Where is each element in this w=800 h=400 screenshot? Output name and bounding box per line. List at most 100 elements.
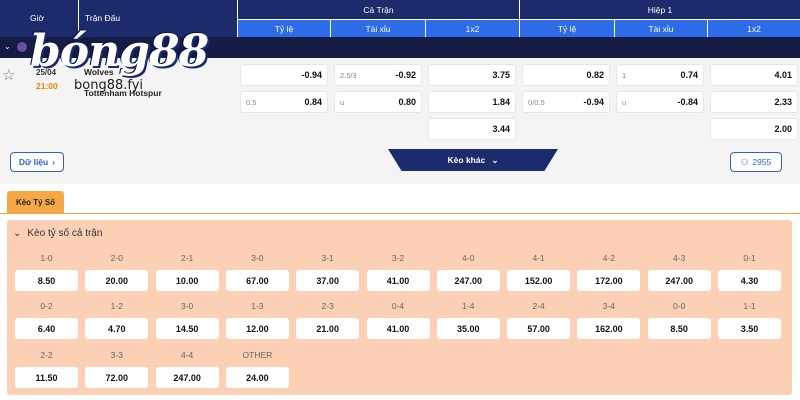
tab-correct-score[interactable]: Kèo Tỷ Số (7, 191, 64, 214)
score-odds[interactable]: 72.00 (85, 367, 149, 388)
full-1x2-home[interactable]: 3.75 (428, 64, 516, 86)
score-label: 0-0 (673, 301, 686, 311)
score-odds[interactable]: 35.00 (436, 318, 500, 339)
score-odds[interactable]: 247.00 (436, 270, 500, 291)
full-match-header: Cả Trận (238, 0, 519, 19)
chevron-right-icon: › (52, 157, 56, 167)
score-odds[interactable]: 67.00 (225, 270, 289, 291)
score-odds[interactable]: 10.00 (155, 270, 219, 291)
full-under[interactable]: u 0.80 (334, 91, 422, 113)
full-handicap-home[interactable]: -0.94 (240, 64, 328, 86)
score-cell[interactable]: 0-1 4.30 (718, 251, 781, 291)
score-cell[interactable]: 2-1 10.00 (155, 251, 219, 291)
half-under[interactable]: u -0.84 (616, 91, 704, 113)
half-time-header: Hiệp 1 (520, 0, 800, 19)
score-odds[interactable]: 57.00 (507, 318, 571, 339)
score-odds[interactable]: 11.50 (15, 367, 78, 388)
score-odds[interactable]: 4.30 (718, 270, 781, 291)
half-handicap-home[interactable]: 0.82 (522, 64, 610, 86)
data-button[interactable]: Dữ liệu › (10, 152, 64, 172)
score-odds[interactable]: 3.50 (718, 318, 781, 339)
score-odds[interactable]: 12.00 (225, 318, 289, 339)
score-label: 2-0 (110, 253, 123, 263)
score-cell[interactable]: 2-3 21.00 (296, 299, 360, 339)
score-label: 0-1 (743, 253, 756, 263)
score-label: 3-3 (110, 350, 123, 360)
score-label: 3-1 (321, 253, 334, 263)
viewers-button[interactable]: ⚇ 2955 (730, 152, 782, 172)
full-over[interactable]: 2.5/3 -0.92 (334, 64, 422, 86)
score-odds[interactable]: 152.00 (507, 270, 571, 291)
score-cell[interactable]: 4-0 247.00 (436, 251, 500, 291)
score-cell[interactable]: 1-1 3.50 (718, 299, 781, 339)
favorite-star-icon[interactable]: ☆ (2, 66, 15, 84)
score-cell[interactable]: 3-2 41.00 (366, 251, 430, 291)
score-label: 2-4 (532, 301, 545, 311)
score-label: 1-0 (40, 253, 53, 263)
half-over[interactable]: 1 0.74 (616, 64, 704, 86)
score-cell[interactable]: 0-2 6.40 (15, 299, 78, 339)
score-cell[interactable]: 4-3 247.00 (647, 251, 711, 291)
score-odds[interactable]: 14.50 (155, 318, 219, 339)
score-cell[interactable]: 3-1 37.00 (296, 251, 360, 291)
half-1x2-away[interactable]: 2.33 (710, 91, 798, 113)
score-cell[interactable]: 1-2 4.70 (85, 299, 149, 339)
score-cell[interactable]: 3-0 14.50 (155, 299, 219, 339)
score-cell[interactable]: 0-4 41.00 (366, 299, 430, 339)
score-cell[interactable]: 0-0 8.50 (647, 299, 711, 339)
full-handicap-header: Tỷ lệ (238, 20, 330, 37)
score-cell[interactable]: 3-3 72.00 (85, 348, 149, 388)
score-label: 2-1 (180, 253, 194, 263)
score-odds[interactable]: 41.00 (366, 318, 430, 339)
user-icon: ⚇ (740, 156, 749, 167)
full-1x2-away[interactable]: 1.84 (428, 91, 516, 113)
score-odds[interactable]: 4.70 (85, 318, 149, 339)
correct-score-panel: ⌄ Kèo tỷ số cả trận 1-0 8.50 2-0 20.00 2-1 10.… (7, 220, 792, 395)
half-1x2-home[interactable]: 4.01 (710, 64, 798, 86)
score-odds[interactable]: 20.00 (85, 270, 149, 291)
score-cell[interactable]: 4-2 172.00 (577, 251, 641, 291)
score-odds[interactable]: 41.00 (366, 270, 430, 291)
score-odds[interactable]: 172.00 (577, 270, 641, 291)
brand-url: bong88.fyi (74, 78, 144, 93)
full-1x2-draw[interactable]: 3.44 (428, 118, 516, 140)
score-odds[interactable]: 8.50 (15, 270, 78, 291)
score-cell[interactable]: 3-0 67.00 (225, 251, 289, 291)
score-odds[interactable]: 6.40 (15, 318, 78, 339)
full-handicap-away[interactable]: 0.5 0.84 (240, 91, 328, 113)
score-cell[interactable]: 3-4 162.00 (577, 299, 641, 339)
chevron-down-icon[interactable]: ⌄ (4, 42, 11, 51)
score-label: 1-1 (743, 301, 756, 311)
league-logo-icon (17, 42, 27, 52)
half-1x2-draw[interactable]: 2.00 (710, 118, 798, 140)
score-odds[interactable]: 8.50 (647, 318, 711, 339)
score-cell[interactable]: 2-4 57.00 (507, 299, 571, 339)
half-handicap-away[interactable]: 0/0.5 -0.94 (522, 91, 610, 113)
score-label: 2-3 (321, 301, 334, 311)
score-label: 0-2 (40, 301, 53, 311)
score-odds[interactable]: 21.00 (296, 318, 360, 339)
score-odds[interactable]: 247.00 (155, 367, 219, 388)
score-cell[interactable]: 4-1 152.00 (507, 251, 571, 291)
score-label: 3-2 (391, 253, 405, 263)
score-odds[interactable]: 24.00 (225, 367, 289, 388)
score-odds[interactable]: 162.00 (577, 318, 641, 339)
more-odds-button[interactable]: Kèo khác ⌄ (388, 149, 558, 171)
score-label: 3-0 (251, 253, 264, 263)
score-cell[interactable]: 2-0 20.00 (85, 251, 149, 291)
score-label: 0-4 (391, 301, 405, 311)
tab-bar: Kèo Tỷ Số (0, 190, 800, 214)
full-1x2-header: 1x2 (426, 20, 519, 37)
score-cell[interactable]: 1-4 35.00 (436, 299, 500, 339)
score-cell[interactable]: 1-3 12.00 (225, 299, 289, 339)
full-overunder-header: Tài xỉu (331, 20, 425, 37)
score-odds[interactable]: 37.00 (296, 270, 360, 291)
match-time: 21:00 (36, 81, 58, 91)
panel-title[interactable]: ⌄ Kèo tỷ số cả trận (13, 228, 102, 239)
score-cell[interactable]: OTHER 24.00 (225, 348, 289, 388)
score-cell[interactable]: 2-2 11.50 (15, 348, 78, 388)
score-cell[interactable]: 4-4 247.00 (155, 348, 219, 388)
score-label: 3-4 (602, 301, 616, 311)
score-odds[interactable]: 247.00 (647, 270, 711, 291)
score-cell[interactable]: 1-0 8.50 (15, 251, 78, 291)
